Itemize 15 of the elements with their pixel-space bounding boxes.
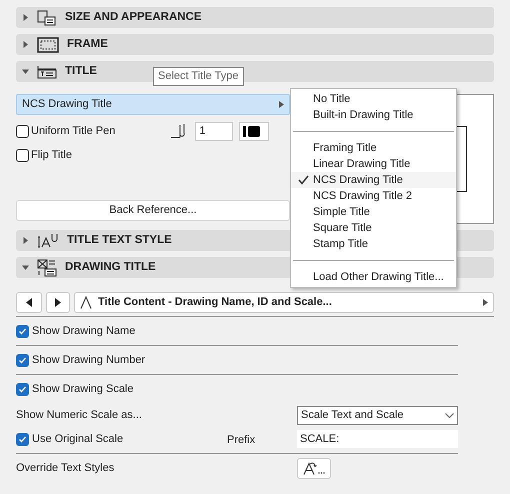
checkbox-label: Show Drawing Name [32, 324, 136, 339]
section-title: FRAME [67, 36, 108, 52]
tooltip: Select Title Type [153, 67, 244, 86]
checkbox-label: Show Drawing Number [32, 352, 146, 368]
checkbox-label: Show Drawing Scale [32, 382, 134, 397]
numeric-scale-label: Show Numeric Scale as... [16, 408, 143, 423]
section-title: SIZE AND APPEARANCE [65, 10, 202, 25]
checkbox-label: Flip Title [31, 148, 72, 163]
override-text-styles-label: Override Text Styles [16, 460, 116, 476]
section-title: TITLE [65, 64, 97, 79]
checkbox-label: Use Original Scale [32, 432, 124, 447]
section-title: TITLE TEXT STYLE [67, 232, 172, 248]
section-title: DRAWING TITLE [65, 260, 156, 275]
checkbox-label: Uniform Title Pen [31, 124, 116, 139]
prefix-label: Prefix [227, 432, 256, 448]
